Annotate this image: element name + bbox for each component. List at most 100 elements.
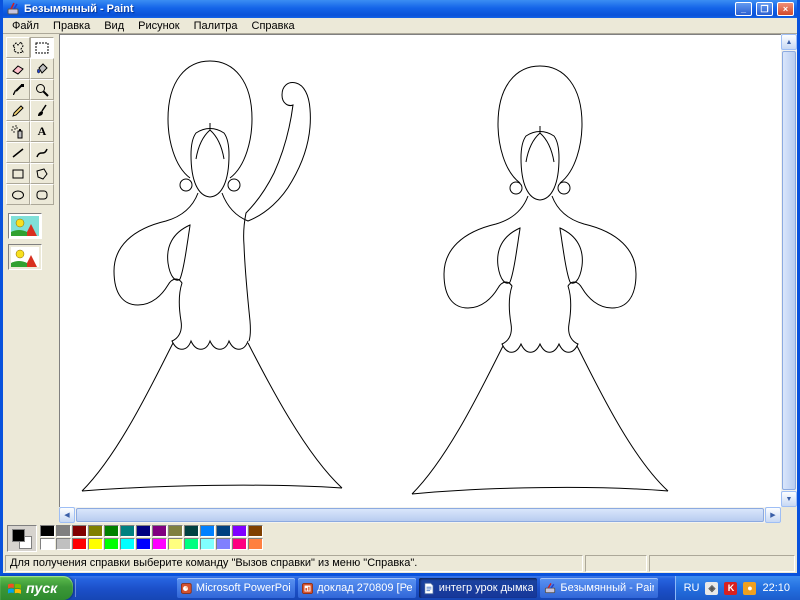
- transparent-selection-option[interactable]: [8, 244, 42, 270]
- brush-icon: [38, 104, 47, 116]
- transparent-selection-icon: [11, 247, 39, 267]
- polygon-icon: [36, 167, 48, 180]
- menu-bar: Файл Правка Вид Рисунок Палитра Справка: [3, 18, 797, 34]
- document-icon: [424, 582, 434, 594]
- doll-right-drawing: [411, 65, 669, 495]
- close-button[interactable]: ×: [777, 2, 794, 16]
- palette-color[interactable]: [136, 538, 151, 550]
- tool-magnifier[interactable]: [30, 79, 54, 100]
- palette-color[interactable]: [232, 525, 247, 537]
- palette-color[interactable]: [136, 525, 151, 537]
- palette-color[interactable]: [216, 525, 231, 537]
- palette-color[interactable]: [200, 525, 215, 537]
- palette-swatches: [40, 525, 264, 551]
- menu-image[interactable]: Рисунок: [131, 20, 187, 32]
- palette-color[interactable]: [200, 538, 215, 550]
- menu-view[interactable]: Вид: [97, 20, 131, 32]
- minimize-button[interactable]: _: [735, 2, 752, 16]
- tool-free-form-select[interactable]: [6, 37, 30, 58]
- scroll-up-icon[interactable]: ▲: [781, 34, 797, 50]
- tool-airbrush[interactable]: [6, 121, 30, 142]
- start-button[interactable]: пуск: [0, 576, 74, 600]
- clock: 22:10: [762, 582, 790, 594]
- palette-color[interactable]: [184, 525, 199, 537]
- tool-pencil[interactable]: [6, 100, 30, 121]
- current-colors-indicator[interactable]: [7, 524, 37, 552]
- scroll-right-icon[interactable]: ▶: [765, 507, 781, 523]
- free-form-select-icon: [12, 40, 24, 54]
- taskbar-item-integr-urok[interactable]: интегр урок дымка ...: [419, 578, 538, 598]
- palette-color[interactable]: [40, 538, 55, 550]
- tool-options-box: [8, 213, 59, 270]
- scroll-down-icon[interactable]: ▼: [781, 491, 797, 507]
- title-bar[interactable]: Безымянный - Paint _ ❐ ×: [3, 0, 797, 18]
- palette-color[interactable]: [88, 525, 103, 537]
- menu-edit[interactable]: Правка: [46, 20, 97, 32]
- palette-color[interactable]: [120, 538, 135, 550]
- horizontal-scrollbar[interactable]: ◀ ▶: [59, 507, 781, 523]
- menu-palette[interactable]: Палитра: [187, 20, 245, 32]
- palette-color[interactable]: [248, 525, 263, 537]
- tool-curve[interactable]: [30, 142, 54, 163]
- taskbar-item-powerpoint[interactable]: Microsoft PowerPoint ...: [177, 578, 296, 598]
- palette-color[interactable]: [168, 538, 183, 550]
- palette-color[interactable]: [232, 538, 247, 550]
- palette-color[interactable]: [88, 538, 103, 550]
- eyedropper-icon: [13, 83, 24, 95]
- vertical-scroll-thumb[interactable]: [782, 51, 796, 490]
- palette-color[interactable]: [56, 538, 71, 550]
- palette-color[interactable]: [120, 525, 135, 537]
- tool-text[interactable]: A: [30, 121, 54, 142]
- palette-color[interactable]: [216, 538, 231, 550]
- language-indicator[interactable]: RU: [684, 582, 700, 594]
- tray-icon-1[interactable]: ◈: [705, 581, 719, 595]
- maximize-button[interactable]: ❐: [756, 2, 773, 16]
- taskbar-item-paint[interactable]: Безымянный - Paint: [540, 578, 659, 598]
- palette-color[interactable]: [40, 525, 55, 537]
- palette-color[interactable]: [152, 525, 167, 537]
- opaque-selection-option[interactable]: [8, 213, 42, 239]
- palette-color[interactable]: [168, 525, 183, 537]
- status-bar: Для получения справки выберите команду "…: [3, 553, 797, 573]
- tray-icon-2[interactable]: K: [724, 581, 738, 595]
- palette-color[interactable]: [72, 538, 87, 550]
- palette-color[interactable]: [104, 538, 119, 550]
- tool-brush[interactable]: [30, 100, 54, 121]
- taskbar-divider: [75, 579, 77, 597]
- pencil-icon: [12, 104, 24, 117]
- drawing-canvas[interactable]: [60, 35, 781, 507]
- menu-help[interactable]: Справка: [245, 20, 302, 32]
- scroll-left-icon[interactable]: ◀: [59, 507, 75, 523]
- taskbar-item-label: Безымянный - Paint: [560, 582, 655, 594]
- tray-icon-3[interactable]: ●: [743, 581, 757, 595]
- tool-select[interactable]: [30, 37, 54, 58]
- taskbar: пуск Microsoft PowerPoint ... доклад 270…: [0, 576, 800, 600]
- start-button-label: пуск: [26, 580, 58, 596]
- paint-app-icon: [7, 2, 19, 15]
- tool-eraser[interactable]: [6, 58, 30, 79]
- taskbar-item-label: доклад 270809 [Реж...: [317, 582, 413, 594]
- magnifier-icon: [36, 83, 49, 97]
- horizontal-scroll-thumb[interactable]: [76, 508, 764, 522]
- palette-color[interactable]: [72, 525, 87, 537]
- tool-fill[interactable]: [30, 58, 54, 79]
- tool-rounded-rectangle[interactable]: [30, 184, 54, 205]
- taskbar-item-doklad[interactable]: доклад 270809 [Реж...: [298, 578, 417, 598]
- tool-line[interactable]: [6, 142, 30, 163]
- tool-palette: A: [3, 34, 59, 523]
- status-selection-size: [649, 555, 795, 572]
- palette-color[interactable]: [104, 525, 119, 537]
- opaque-selection-icon: [11, 216, 39, 236]
- palette-color[interactable]: [56, 525, 71, 537]
- tool-color-picker[interactable]: [6, 79, 30, 100]
- menu-file[interactable]: Файл: [5, 20, 46, 32]
- system-tray: RU ◈ K ● 22:10: [674, 576, 800, 600]
- tool-rectangle[interactable]: [6, 163, 30, 184]
- palette-color[interactable]: [152, 538, 167, 550]
- tool-polygon[interactable]: [30, 163, 54, 184]
- tool-ellipse[interactable]: [6, 184, 30, 205]
- vertical-scrollbar[interactable]: ▲ ▼: [781, 34, 797, 507]
- paint-app-icon: [545, 582, 556, 593]
- palette-color[interactable]: [184, 538, 199, 550]
- palette-color[interactable]: [248, 538, 263, 550]
